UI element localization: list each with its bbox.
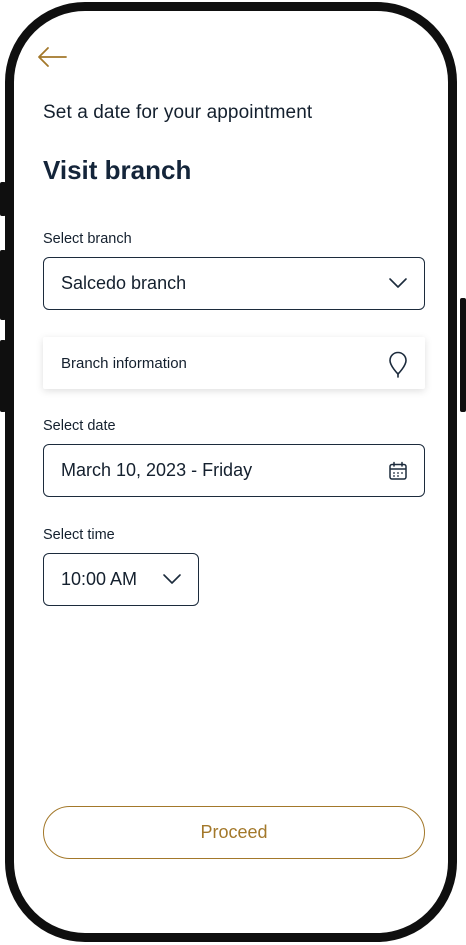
branch-label: Select branch	[43, 231, 132, 247]
arrow-left-icon[interactable]	[36, 45, 68, 69]
time-select[interactable]: 10:00 AM	[43, 553, 199, 606]
map-pin-icon	[387, 350, 409, 378]
device-mockup: Set a date for your appointment Visit br…	[0, 0, 466, 945]
branch-information-card[interactable]: Branch information	[43, 337, 425, 389]
time-label: Select time	[43, 527, 115, 543]
chevron-down-icon	[162, 572, 182, 586]
page-subtitle: Set a date for your appointment	[43, 102, 313, 123]
branch-information-label: Branch information	[61, 355, 187, 372]
chevron-down-icon	[388, 276, 408, 290]
calendar-icon	[388, 461, 408, 481]
device-power-button	[460, 298, 466, 412]
date-picker[interactable]: March 10, 2023 - Friday	[43, 444, 425, 497]
time-value: 10:00 AM	[61, 569, 138, 589]
proceed-button[interactable]: Proceed	[43, 806, 425, 859]
branch-select[interactable]: Salcedo branch	[43, 257, 425, 310]
page-title: Visit branch	[43, 155, 192, 185]
appointment-screen: Set a date for your appointment Visit br…	[14, 11, 448, 933]
date-label: Select date	[43, 418, 116, 434]
branch-value: Salcedo branch	[61, 273, 187, 293]
phone-frame: Set a date for your appointment Visit br…	[5, 2, 457, 942]
date-value: March 10, 2023 - Friday	[61, 460, 253, 480]
